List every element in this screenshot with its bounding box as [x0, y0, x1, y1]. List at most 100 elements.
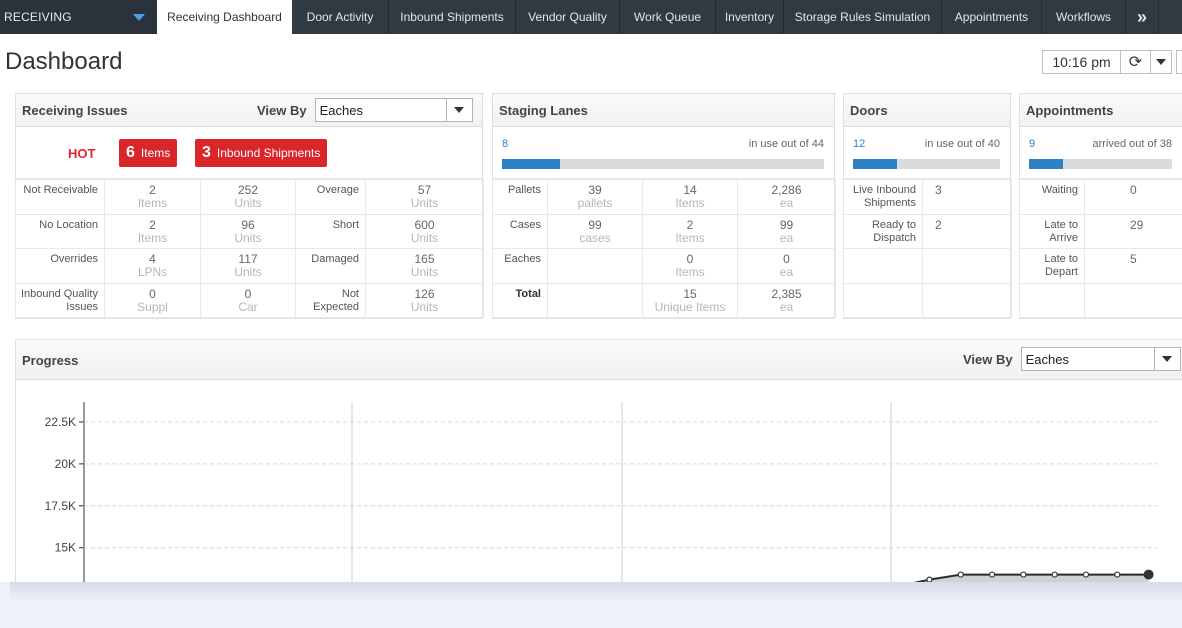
- tab-inventory[interactable]: Inventory: [716, 0, 784, 34]
- row-label: Cases: [492, 213, 548, 249]
- value-cell: 2 Items: [104, 213, 201, 249]
- cell-value: 2: [149, 217, 156, 232]
- tab-receiving-dashboard[interactable]: Receiving Dashboard: [157, 0, 292, 34]
- dropdown-button[interactable]: [445, 99, 472, 121]
- hot-shipments-count: 3: [202, 144, 211, 161]
- progress-panel: Progress View By Eaches 22.5K 20K 17.5K 15K…: [15, 339, 1182, 582]
- hot-shipments-label: Inbound Shipments: [216, 146, 321, 160]
- chevron-down-icon: [454, 107, 465, 113]
- appointments-panel: Appointments 9 arrived out of 38 Waiting…: [1019, 93, 1182, 319]
- module-label: RECEIVING: [4, 10, 72, 24]
- value-cell: 0: [1084, 179, 1182, 215]
- cell-unit: Car: [238, 299, 258, 314]
- table-row: Inbound Quality Issues 0 Suppl 0 Car Not Expe…: [15, 282, 484, 318]
- area-fill: [918, 574, 1149, 582]
- usage-bar: [853, 159, 1000, 169]
- row-label: Eaches: [492, 248, 548, 284]
- data-point: [957, 571, 964, 578]
- cell-unit: Units: [234, 196, 262, 210]
- cell-unit: Suppl: [137, 299, 168, 314]
- staging-lanes-panel: Staging Lanes 8 in use out of 44 Pallets…: [492, 93, 836, 319]
- usage-bar-fill: [502, 159, 560, 169]
- table-row: Not Receivable 2 Items 252 Units Overage 57 Uni…: [15, 179, 484, 215]
- value-cell: 39 pallets: [547, 179, 643, 215]
- table-row: Pallets 39 pallets 14 Items 2,286 ea: [492, 179, 836, 215]
- doors-panel: Doors 12 in use out of 40 Live Inbound S…: [843, 93, 1012, 319]
- hot-items-button[interactable]: 6 Items: [119, 139, 178, 167]
- view-by: View By Eaches: [963, 347, 1181, 371]
- appointments-table: Waiting 0 Late to Arrive 29 Late to Depart 5: [1019, 179, 1182, 318]
- y-tick-label: 17.5K: [45, 499, 76, 513]
- hot-row: HOT 6 Items 3 Inbound Shipments: [16, 127, 482, 179]
- value-cell: 126 Units: [365, 282, 484, 318]
- more-tabs-icon[interactable]: »: [1126, 0, 1159, 34]
- tab-vendor-quality[interactable]: Vendor Quality: [516, 0, 620, 34]
- cell-value: 2,385: [771, 286, 802, 301]
- value-cell: 2 Items: [104, 179, 201, 215]
- table-row: Total 15 Unique Items 2,385 ea: [492, 282, 836, 318]
- tab-door-activity[interactable]: Door Activity: [292, 0, 389, 34]
- usage-count[interactable]: 8: [502, 138, 508, 150]
- table-row: Waiting 0: [1019, 179, 1182, 215]
- table-row: [843, 282, 1012, 318]
- y-tick-label: 20K: [55, 457, 76, 471]
- usage-count[interactable]: 12: [853, 138, 865, 150]
- table-row: Late to Depart 5: [1019, 248, 1182, 284]
- usage-bar: [1029, 159, 1172, 169]
- row-label: Live Inbound Shipments: [843, 179, 923, 215]
- receiving-issues-panel: Receiving Issues View By Eaches HOT 6 It…: [15, 93, 484, 319]
- tab-storage-rules-simulation[interactable]: Storage Rules Simulation: [784, 0, 942, 34]
- view-by: View By Eaches: [257, 98, 473, 122]
- table-row: Ready to Dispatch 2: [843, 213, 1012, 249]
- view-by-value: Eaches: [319, 102, 363, 118]
- value-cell: 2 Items: [642, 213, 738, 249]
- value-cell: 2: [922, 213, 1012, 249]
- cell-value: 96: [241, 217, 255, 232]
- view-by-select[interactable]: Eaches: [1020, 347, 1181, 371]
- cell-unit: Units: [234, 230, 262, 245]
- staging-usage: 8 in use out of 44: [493, 127, 834, 179]
- value-cell: 0 Items: [642, 248, 738, 284]
- time-dropdown-button[interactable]: [1151, 51, 1171, 73]
- cell-unit: cases: [579, 230, 611, 245]
- page-title: Dashboard: [5, 48, 123, 75]
- usage-count[interactable]: 9: [1029, 138, 1035, 150]
- table-row: Late to Arrive 29: [1019, 213, 1182, 249]
- cell-value: 5: [1130, 252, 1137, 266]
- value-cell: 99 cases: [547, 213, 643, 249]
- cell-value: 2: [686, 217, 694, 232]
- cell-unit: Items: [675, 196, 705, 210]
- data-point: [1143, 569, 1154, 580]
- hot-shipments-button[interactable]: 3 Inbound Shipments: [195, 139, 328, 167]
- tab-work-queue[interactable]: Work Queue: [620, 0, 716, 34]
- refresh-icon[interactable]: ⟳: [1121, 51, 1151, 73]
- view-by-select[interactable]: Eaches: [314, 98, 473, 122]
- view-by-label: View By: [257, 102, 307, 118]
- row-label: No Location: [15, 213, 105, 249]
- cell-unit: Items: [675, 230, 705, 245]
- row-label: Overage: [295, 179, 366, 215]
- row-label: Late to Arrive: [1019, 213, 1085, 249]
- value-cell: 2,385 ea: [737, 282, 836, 318]
- dropdown-button[interactable]: [1153, 348, 1180, 370]
- cell-unit: Units: [410, 230, 439, 245]
- tab-workflows[interactable]: Workflows: [1042, 0, 1126, 34]
- toolbar-button[interactable]: [1176, 50, 1182, 74]
- view-by-value: Eaches: [1025, 351, 1069, 367]
- cell-unit: LPNs: [137, 265, 168, 279]
- usage-text: in use out of 44: [748, 138, 824, 150]
- cell-unit: Units: [410, 196, 439, 210]
- table-row: Cases 99 cases 2 Items 99 ea: [492, 213, 836, 249]
- data-point: [1020, 571, 1027, 578]
- usage-bar-fill: [853, 159, 898, 169]
- row-label: Late to Depart: [1019, 248, 1085, 284]
- dashboard-page: Dashboard 10:16 pm ⟳ Receiving Issues Vi…: [0, 34, 1182, 582]
- row-label: Damaged: [295, 248, 366, 284]
- tab-inbound-shipments[interactable]: Inbound Shipments: [389, 0, 516, 34]
- hot-label: HOT: [68, 146, 96, 161]
- table-row: [1019, 282, 1182, 318]
- value-cell: 99 ea: [737, 213, 836, 249]
- tab-appointments[interactable]: Appointments: [942, 0, 1042, 34]
- appointments-usage: 9 arrived out of 38: [1020, 127, 1182, 179]
- module-selector[interactable]: RECEIVING: [0, 0, 157, 34]
